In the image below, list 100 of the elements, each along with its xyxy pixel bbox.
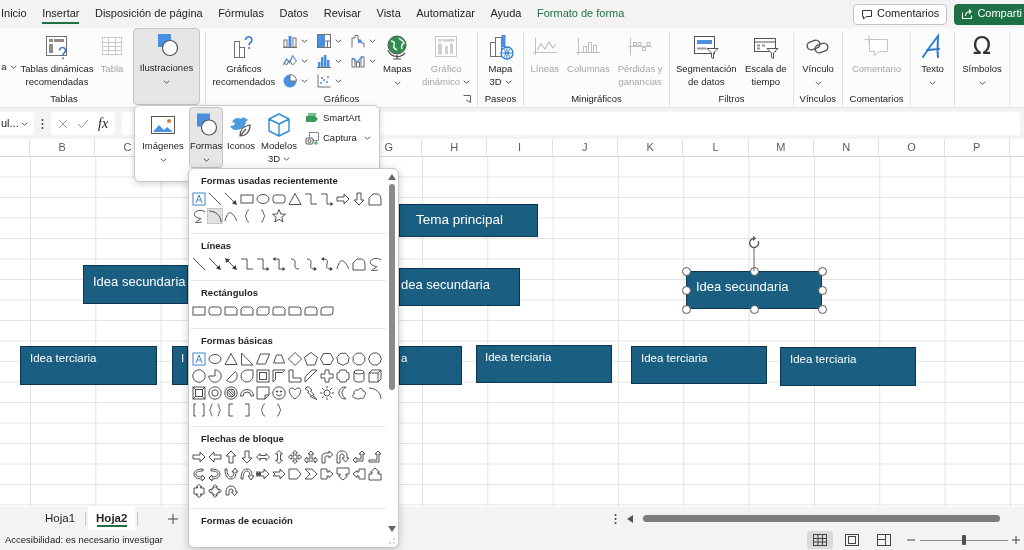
half-frame-icon[interactable] [271, 367, 287, 384]
folded-corner-icon[interactable] [255, 384, 271, 401]
ribbon-tab[interactable]: Disposición de página [95, 0, 203, 28]
striped-arrow-icon[interactable] [255, 466, 271, 482]
zoom-in-icon[interactable] [1012, 536, 1020, 544]
resize-handle[interactable] [749, 304, 759, 314]
rectangle-shape[interactable]: Idea terciaria [20, 346, 157, 385]
no-symbol-icon[interactable] [223, 384, 239, 401]
up-arrow-callout-icon[interactable] [367, 466, 383, 482]
rectangle-shape[interactable]: Idea terciaria [476, 345, 612, 383]
column-header[interactable]: N [813, 139, 880, 156]
plaque-icon[interactable] [335, 367, 351, 384]
scroll-up-icon[interactable] [388, 174, 396, 180]
sheet-tab[interactable]: Hoja1 [37, 507, 84, 530]
chevron-icon[interactable] [303, 466, 319, 482]
rounded-rectangle-icon[interactable] [271, 191, 287, 207]
notched-arrow-icon[interactable] [271, 466, 287, 482]
dropdown-button[interactable]: a [0, 31, 18, 75]
column-header[interactable]: J [552, 139, 618, 156]
shapes-button[interactable]: Formas [189, 107, 223, 168]
cylinder-icon[interactable] [351, 367, 367, 384]
rectangle-shape[interactable]: a [399, 346, 462, 385]
right-arrow-callout-icon[interactable] [319, 466, 335, 482]
star-icon[interactable] [271, 208, 287, 224]
column-header[interactable]: L [683, 139, 749, 156]
arc-icon[interactable] [367, 384, 383, 401]
down-arrow-icon[interactable] [351, 191, 367, 207]
column-header[interactable]: I [487, 139, 553, 156]
triangle-icon[interactable] [287, 191, 303, 207]
right-arrow-icon[interactable] [335, 191, 351, 207]
lightning-bolt-icon[interactable] [303, 384, 319, 401]
ribbon-tab[interactable]: Revisar [323, 0, 361, 28]
icons-button[interactable]: Iconos [226, 107, 256, 168]
left-right-up-arrow-icon[interactable] [303, 449, 319, 465]
smiley-icon[interactable] [271, 384, 287, 401]
snipped-corners-icon[interactable] [239, 303, 255, 319]
ribbon-tab[interactable]: Automatizar [416, 0, 475, 28]
elbow-arrow-icon[interactable] [319, 191, 335, 207]
text-box-icon[interactable] [191, 350, 207, 367]
map-3d-button[interactable]: Mapa 3D [484, 31, 517, 89]
cube-icon[interactable] [367, 367, 383, 384]
ribbon-tab[interactable]: Ayuda [490, 0, 522, 28]
down-arrow-callout-icon[interactable] [335, 466, 351, 482]
column-header[interactable]: K [617, 139, 684, 156]
add-sheet-icon[interactable] [168, 513, 179, 524]
screenshot-button[interactable]: Captura [305, 130, 371, 146]
column-header[interactable]: M [748, 139, 814, 156]
left-up-arrow-icon[interactable] [351, 449, 367, 465]
freeform-icon[interactable] [367, 191, 383, 207]
normal-view-button[interactable] [807, 531, 833, 549]
check-icon[interactable] [77, 118, 89, 129]
arrow-line-icon[interactable] [207, 255, 223, 272]
rectangle-shape[interactable]: Tema principal [399, 204, 538, 237]
right-arrow-icon[interactable] [191, 449, 207, 465]
sun-icon[interactable] [319, 384, 335, 401]
statistic-chart-button[interactable] [315, 52, 342, 70]
rounded-rectangle-icon[interactable] [207, 303, 223, 319]
heart-icon[interactable] [287, 384, 303, 401]
double-arrow-line-icon[interactable] [223, 255, 239, 272]
decagon-icon[interactable] [367, 350, 383, 367]
symbols-button[interactable]: Ω Símbolos [958, 31, 1006, 86]
rectangle-shape[interactable]: I [172, 346, 188, 385]
parallelogram-icon[interactable] [255, 350, 271, 367]
pentagon-icon[interactable] [303, 350, 319, 367]
bent-up-arrow-icon[interactable] [367, 449, 383, 465]
rectangle-shape[interactable]: Idea terciaria [631, 346, 767, 384]
elbow-arrow-icon[interactable] [255, 255, 271, 272]
oval-icon[interactable] [255, 191, 271, 207]
link-button[interactable]: Vínculo [797, 31, 839, 86]
scroll-down-icon[interactable] [388, 526, 396, 532]
triangle-icon[interactable] [223, 350, 239, 367]
curved-up-arrow-icon[interactable] [223, 466, 239, 482]
rectangle-shape[interactable]: Idea secundaria [686, 271, 822, 309]
models-3d-button[interactable]: Modelos 3D [259, 107, 299, 168]
rectangle-shape[interactable]: Idea terciaria [780, 347, 916, 386]
quad-arrow-icon[interactable] [287, 449, 303, 465]
scroll-left-icon[interactable] [627, 514, 633, 523]
one-round-corner-icon[interactable] [287, 303, 303, 319]
scribble-icon[interactable] [191, 208, 207, 224]
scrollbar-thumb[interactable] [643, 515, 1000, 522]
curved-left-arrow-icon[interactable] [207, 466, 223, 482]
slider-thumb[interactable] [962, 535, 966, 545]
smartart-button[interactable]: SmartArt [305, 110, 371, 126]
slicer-button[interactable]: Segmentación de datos [674, 31, 739, 89]
hexagon-icon[interactable] [319, 350, 335, 367]
pentagon-arrow-icon[interactable] [287, 466, 303, 482]
insert-function-button[interactable]: fx [98, 116, 109, 131]
ribbon-tab[interactable]: Datos [279, 0, 309, 28]
column-header[interactable]: P [944, 139, 1010, 156]
waterfall-chart-button[interactable] [349, 32, 376, 50]
cancel-icon[interactable] [58, 118, 68, 129]
column-header[interactable]: O [879, 139, 945, 156]
diagonal-snipped-icon[interactable] [255, 303, 271, 319]
more-icon[interactable] [41, 117, 44, 130]
left-arrow-icon[interactable] [207, 449, 223, 465]
ribbon-tab[interactable]: Vista [376, 0, 401, 28]
text-button[interactable]: Texto [916, 31, 949, 86]
column-header[interactable]: B [30, 139, 96, 156]
left-arrow-callout-icon[interactable] [351, 466, 367, 482]
timeline-button[interactable]: Escala de tiempo [742, 31, 789, 89]
